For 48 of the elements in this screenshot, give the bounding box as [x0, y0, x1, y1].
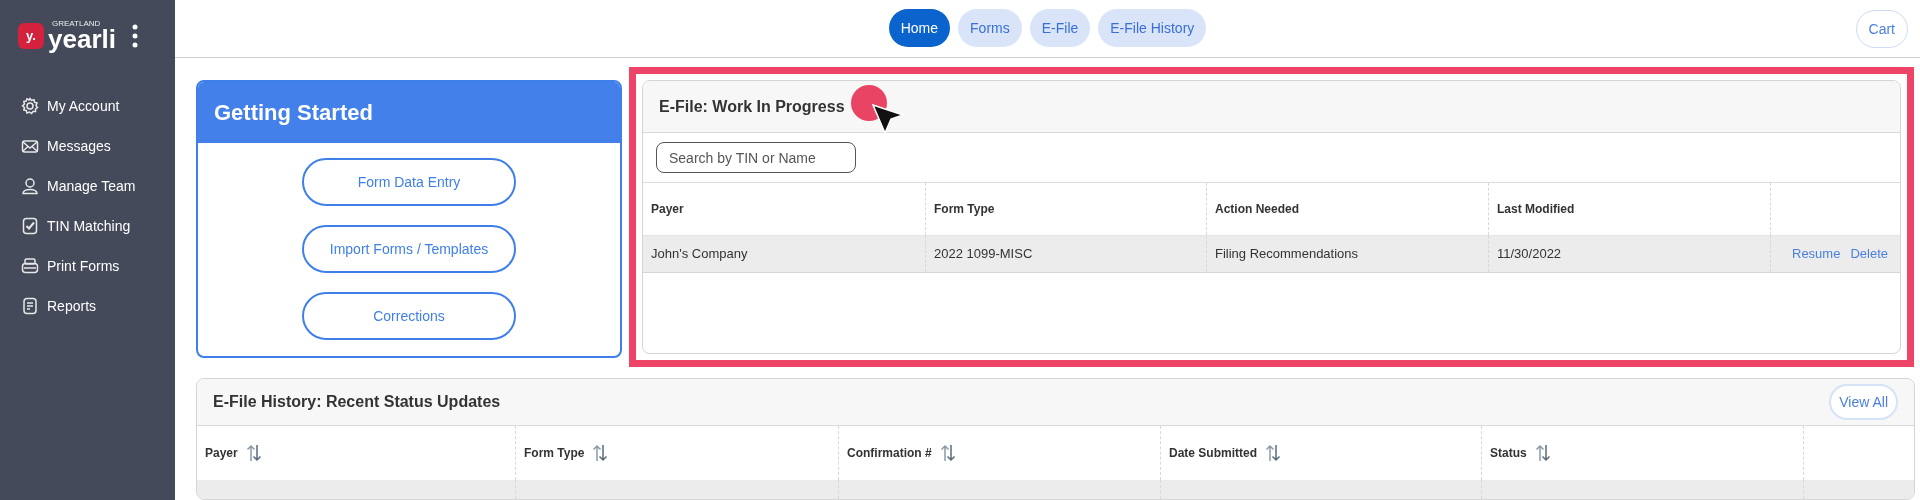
logo-subtitle: GREATLAND — [52, 19, 102, 28]
table-cell-text: Filing Recommendations — [1215, 245, 1359, 264]
logo-text: yearli — [48, 25, 116, 52]
printer-icon — [21, 257, 39, 275]
sort-icon[interactable] — [1534, 444, 1551, 462]
sidebar-item[interactable]: Reports — [21, 292, 175, 320]
column-header: Confirmation # — [847, 445, 932, 462]
sidebar-item[interactable]: TIN Matching — [21, 212, 175, 240]
sort-icon[interactable] — [245, 444, 262, 462]
gear-icon — [21, 97, 39, 115]
sidebar-item[interactable]: Print Forms — [21, 252, 175, 280]
view-all-button[interactable]: View All — [1829, 384, 1898, 420]
table-cell-text: John's Company — [651, 245, 748, 264]
nav-tab[interactable]: E-File History — [1098, 9, 1207, 47]
sidebar-item[interactable]: Manage Team — [21, 172, 175, 200]
sidebar-item[interactable]: My Account — [21, 92, 175, 120]
row-action-link[interactable]: Delete — [1850, 244, 1888, 264]
person-icon — [21, 177, 39, 195]
column-header: Date Submitted — [1169, 445, 1257, 462]
action-button[interactable]: Corrections — [302, 292, 516, 340]
table-cell-text: 11/30/2022 — [1497, 245, 1562, 264]
sort-icon[interactable] — [939, 444, 956, 462]
sort-icon[interactable] — [592, 444, 609, 462]
nav-tab[interactable]: Home — [888, 9, 951, 47]
document-icon — [21, 297, 39, 315]
more-menu-icon[interactable] — [131, 23, 138, 48]
card-title: E-File History: Recent Status Updates — [213, 392, 501, 412]
logo-badge: y. — [18, 22, 44, 49]
column-header: Last Modified — [1497, 201, 1575, 218]
column-header: Form Type — [934, 201, 995, 218]
table-cell-text: 2022 1099-MISC — [934, 245, 1033, 264]
search-field[interactable]: Search by TIN or Name — [656, 142, 856, 173]
checkbox-icon — [21, 217, 39, 235]
column-header: Action Needed — [1215, 201, 1299, 218]
card-title: E-File: Work In Progress — [659, 96, 845, 117]
nav-tab[interactable]: E-File — [1029, 9, 1091, 47]
column-header: Form Type — [524, 445, 585, 462]
action-button[interactable]: Form Data Entry — [302, 158, 516, 206]
column-header: Payer — [651, 201, 684, 218]
action-button[interactable]: Import Forms / Templates — [302, 225, 516, 273]
sort-icon[interactable] — [1265, 444, 1281, 462]
row-action-link[interactable]: Resume — [1792, 244, 1841, 264]
sidebar-item[interactable]: Messages — [21, 132, 175, 160]
column-header: Status — [1490, 445, 1527, 462]
envelope-icon — [21, 137, 39, 155]
nav-tab[interactable]: Forms — [958, 9, 1022, 47]
column-header: Payer — [205, 445, 238, 462]
card-title: Getting Started — [214, 99, 373, 127]
